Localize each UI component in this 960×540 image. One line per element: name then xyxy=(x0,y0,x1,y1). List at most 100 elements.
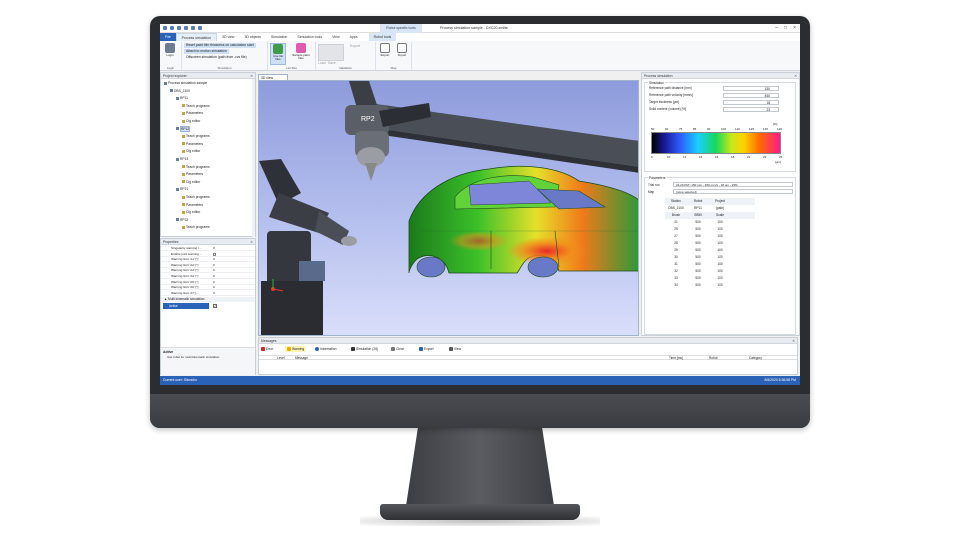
quick-access-toolbar[interactable] xyxy=(163,26,202,31)
table-row[interactable]: 31 500 100 xyxy=(665,261,755,268)
tab-simulation-tools[interactable]: Simulation tools xyxy=(292,33,327,41)
tree-item[interactable]: Parameters xyxy=(182,203,203,207)
table-row[interactable]: 25 500 100 xyxy=(665,226,755,233)
table-header[interactable]: Station Robot Project xyxy=(665,198,755,205)
sim-field-input[interactable]: 18 xyxy=(723,100,779,105)
tree-item[interactable]: RP22 xyxy=(176,218,188,222)
tab-simulation[interactable]: Simulation xyxy=(266,33,292,41)
use-list-files-button[interactable]: Use list files xyxy=(270,43,286,65)
col-time[interactable]: Time [ms] xyxy=(669,356,683,360)
pin-icon[interactable]: ✕ xyxy=(250,239,253,245)
table-row[interactable]: 34 500 100 xyxy=(665,282,755,289)
map-select[interactable]: (none selected) xyxy=(673,189,793,194)
tree-item[interactable]: DBS_2100 xyxy=(170,89,190,93)
property-row[interactable]: Warning limit 'A2' [°] 0 xyxy=(161,263,255,268)
tree-item[interactable]: Parameters xyxy=(182,172,203,176)
active-checkbox[interactable]: ✓ xyxy=(213,304,217,308)
property-key: Warning limit 'A1' [°] xyxy=(171,257,199,262)
tree-item[interactable]: Teach programs xyxy=(182,165,210,169)
tree-item[interactable]: Teach programs xyxy=(182,134,210,138)
table-row[interactable]: 29 500 100 xyxy=(665,247,755,254)
tree-item[interactable]: Cfg editor xyxy=(182,119,200,123)
tree-item[interactable]: RP13 xyxy=(176,157,188,161)
offscreen-sim-option[interactable]: Offscreen simulation (path from .cvs fil… xyxy=(184,55,249,60)
sim-field-input[interactable]: 150 xyxy=(723,86,779,91)
property-row[interactable]: Singularity warning (... 0 xyxy=(161,246,255,251)
property-value[interactable]: 0 xyxy=(213,274,215,279)
col-message[interactable]: Message xyxy=(295,356,308,360)
tree-item[interactable]: Cfg editor xyxy=(182,180,200,184)
3d-viewport[interactable]: RP2 xyxy=(258,80,639,336)
table-row[interactable]: 32 500 100 xyxy=(665,268,755,275)
property-value[interactable]: 0 xyxy=(213,246,215,251)
property-row[interactable]: Enable joint warning ... xyxy=(161,252,255,257)
scale-tick: 145 xyxy=(777,127,783,131)
simulation-filter-button[interactable]: Simulation (26) xyxy=(351,346,378,352)
table-row[interactable]: 27 500 100 xyxy=(665,233,755,240)
tree-item[interactable]: Teach programs xyxy=(182,225,210,229)
tab-view[interactable]: View xyxy=(327,33,345,41)
reset-film-option[interactable]: Reset paint film thickness on calculatio… xyxy=(184,43,256,48)
close-icon[interactable]: × xyxy=(793,25,796,31)
tree-item-label: RP22 xyxy=(180,217,189,222)
tab-robot-tools[interactable]: Robot tools xyxy=(368,33,397,41)
tree-item[interactable]: Teach programs xyxy=(182,195,210,199)
tree-item[interactable]: Cfg editor xyxy=(182,210,200,214)
table-row[interactable]: 30 500 100 xyxy=(665,254,755,261)
login-button[interactable]: Login xyxy=(162,43,178,65)
pin-icon[interactable]: ✕ xyxy=(792,338,795,344)
table-row[interactable]: 28 500 100 xyxy=(665,240,755,247)
col-category[interactable]: Category xyxy=(749,356,762,360)
col-level[interactable]: Level xyxy=(277,356,285,360)
tree-item[interactable]: RP12 xyxy=(176,125,191,132)
tab-3d-view[interactable]: 3D view xyxy=(217,33,239,41)
tree-item[interactable]: Teach programs xyxy=(182,104,210,108)
export-small-button[interactable]: Export xyxy=(348,44,362,49)
sim-field-input[interactable]: 23 xyxy=(723,107,779,112)
tree-scrollbar[interactable] xyxy=(252,79,255,237)
attach-motion-option[interactable]: Attach to motion simulation xyxy=(184,49,229,54)
property-value[interactable]: 0 xyxy=(213,285,215,290)
sim-field-input[interactable]: 450 xyxy=(723,93,779,98)
property-value[interactable]: 0 xyxy=(213,263,215,268)
property-row[interactable]: Warning limit 'A6' [°] 0 xyxy=(161,285,255,291)
tree-item[interactable]: Parameters xyxy=(182,142,203,146)
property-value[interactable]: 0 xyxy=(213,280,215,285)
tab-apps[interactable]: Apps xyxy=(345,33,363,41)
property-row[interactable]: Warning limit 'A3' [°] 0 xyxy=(161,268,255,274)
table-subheader[interactable]: Brush SB50 Scale xyxy=(665,212,755,219)
warning-filter-button[interactable]: Warning xyxy=(285,346,307,352)
export-messages-button[interactable]: Export xyxy=(419,346,434,352)
export-button[interactable]: Export xyxy=(377,43,393,65)
trial-run-select[interactable]: 23.29 PM | 150 mm - 450 mm/s - 18 µm - 2… xyxy=(673,182,793,187)
multi-kinematic-section[interactable]: ▲ Multi kinematic simulation xyxy=(161,297,255,302)
property-row[interactable]: Warning limit 'A1' [°] 0 xyxy=(161,257,255,263)
property-value[interactable]: 0 xyxy=(213,257,215,262)
property-value[interactable]: 0 xyxy=(213,291,215,296)
minimize-icon[interactable]: – xyxy=(775,25,778,31)
property-row[interactable]: Warning limit 'A7' [... 0 xyxy=(161,291,255,296)
property-row[interactable]: Warning limit 'A5' [°] 0 xyxy=(161,280,255,285)
table-row[interactable]: 33 500 100 xyxy=(665,275,755,282)
table-row[interactable]: 21 500 100 xyxy=(665,219,755,226)
tree-item[interactable]: RP21 xyxy=(176,187,188,191)
property-value[interactable]: 0 xyxy=(213,268,215,273)
table-row[interactable]: DBS_2100 RP11 (path) xyxy=(665,205,755,212)
view-button[interactable]: View xyxy=(449,346,461,352)
property-row[interactable]: Warning limit 'A4' [°] 0 xyxy=(161,274,255,279)
maximize-icon[interactable]: □ xyxy=(784,25,787,31)
sample-paint-files-button[interactable]: Sample paint files xyxy=(290,43,312,65)
col-robot[interactable]: Robot xyxy=(709,356,718,360)
tab-file[interactable]: File xyxy=(160,33,176,41)
tab-3d-objects[interactable]: 3D objects xyxy=(239,33,266,41)
tree-item[interactable]: Parameters xyxy=(182,111,203,115)
pin-icon[interactable]: ✕ xyxy=(794,73,797,79)
tree-item[interactable]: Cfg editor xyxy=(182,149,200,153)
property-checkbox[interactable] xyxy=(213,252,216,256)
information-filter-button[interactable]: Information xyxy=(315,346,337,352)
tree-item[interactable]: Process simulation sample xyxy=(164,81,207,85)
error-filter-button[interactable]: Error xyxy=(261,346,273,352)
import-button[interactable]: Import xyxy=(394,43,410,65)
tree-item[interactable]: RP11 xyxy=(176,96,188,100)
clear-button[interactable]: Clear xyxy=(391,346,404,352)
